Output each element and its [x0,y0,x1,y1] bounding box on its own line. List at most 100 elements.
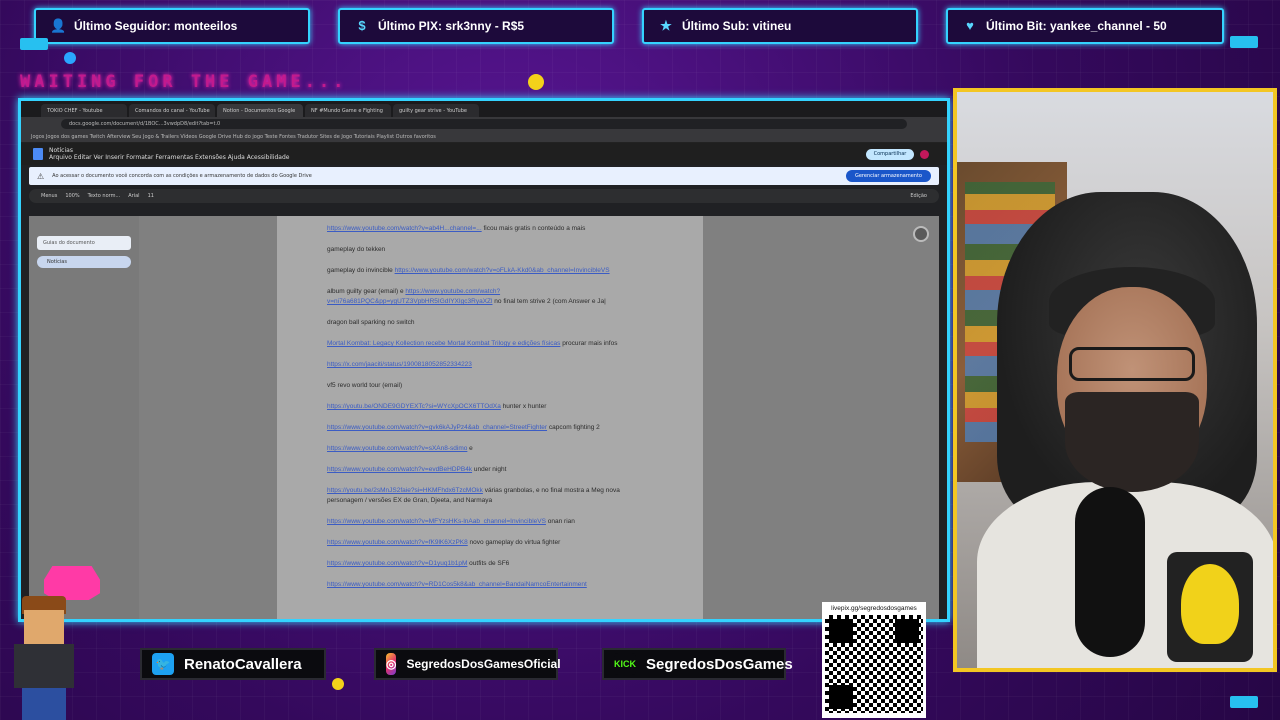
doc-line-tail: under night [472,466,507,473]
doc-line-tail: hunter x hunter [500,403,547,410]
orb-decoration [64,52,76,64]
doc-line: https://youtu.be/2sMnJS2faie?si=HKMFhdx6… [327,486,653,506]
browser-tab[interactable]: Comandos do canal - YouTube [129,104,215,117]
doc-line: https://www.youtube.com/watch?v=MFYzsHKs… [327,517,653,527]
alert-last-pix: $ Último PIX: srk3nny - R$5 [338,8,614,44]
social-twitter: 🐦 RenatoCavallera [140,648,326,680]
address-bar: docs.google.com/document/d/1BOC...3vwdpD… [21,117,947,131]
doc-link[interactable]: https://www.youtube.com/watch?v=evdBeHDP… [327,466,472,473]
menus-button[interactable]: Menus [41,193,57,199]
doc-link[interactable]: https://www.youtube.com/watch?v=fK9lK6Xz… [327,539,468,546]
doc-line: vf5 revo world tour (email) [327,381,653,391]
alert-label: Último Sub: vitineu [682,19,792,33]
user-icon: 👤 [50,18,67,33]
doc-link[interactable]: https://www.youtube.com/watch?v=gvk6kAJy… [327,424,547,431]
doc-line: https://www.youtube.com/watch?v=ab4H...c… [327,224,653,234]
doc-link[interactable]: https://www.youtube.com/watch?v=D1yuq1b1… [327,560,467,567]
doc-header: Notícias Arquivo Editar Ver Inserir Form… [21,143,947,165]
font-select[interactable]: Arial [128,193,139,199]
doc-title[interactable]: Notícias [49,147,289,154]
doc-line-text: album guilty gear (email) e [327,288,406,295]
coin-decoration [332,678,344,690]
kick-icon: KICK [614,653,636,675]
screen-capture: TOKIO CHEF - Youtube Comandos do canal -… [18,98,950,622]
doc-line: https://x.com/jaaciti/status/19008180528… [327,360,653,370]
browser-tab[interactable]: NF #Mundo Game e Fighting [305,104,391,117]
qr-code [825,615,923,713]
overlay-tag [1230,36,1258,48]
dollar-icon: $ [358,18,366,33]
waiting-text: WAITING FOR THE GAME... [20,72,348,92]
doc-link[interactable]: https://www.youtube.com/watch?v=oFLkA-Kk… [395,267,610,274]
twitter-icon: 🐦 [152,653,174,675]
browser-tab[interactable]: TOKIO CHEF - Youtube [41,104,127,117]
alert-last-bit: ♥ Último Bit: yankee_channel - 50 [946,8,1224,44]
doc-line: dragon ball sparking no switch [327,318,653,328]
doc-line-tail: no final tem strive 2 (com Answer e Ja| [492,298,606,305]
webcam-feed [953,88,1277,672]
social-handle: RenatoCavallera [184,655,302,673]
doc-line-text: vf5 revo world tour (email) [327,382,403,389]
qr-url: livepix.gg/segredosdosgames [831,605,917,612]
doc-line-tail: ficou mais gratis n conteúdo a mais [481,225,586,232]
share-button[interactable]: Compartilhar [866,148,914,160]
doc-link[interactable]: https://youtu.be/ONDE9GDYEXTc?si=WYcXpOC… [327,403,501,410]
doc-link[interactable]: https://www.youtube.com/watch?v=MFYzsHKs… [327,518,546,525]
browser-tab[interactable]: guilty gear strive - YouTube [393,104,479,117]
doc-line-tail: e [467,445,473,452]
outline-title[interactable]: Guias do documento [37,236,131,250]
doc-link[interactable]: https://www.youtube.com/watch?v=RD1Cos5k… [327,581,587,588]
social-instagram: ◎ SegredosDosGamesOficial [374,648,561,680]
doc-menu[interactable]: Arquivo Editar Ver Inserir Formatar Ferr… [49,154,289,161]
pixel-character [4,596,86,720]
beard [1065,392,1199,492]
character-face [24,610,64,644]
doc-link[interactable]: https://x.com/jaaciti/status/19008180528… [327,361,472,368]
doc-line: https://www.youtube.com/watch?v=sXAn8-sd… [327,444,653,454]
doc-link[interactable]: https://www.youtube.com/watch?v=ab4H...c… [327,225,482,232]
doc-link[interactable]: https://www.youtube.com/watch?v=sXAn8-sd… [327,445,467,452]
browser-tabbar: TOKIO CHEF - Youtube Comandos do canal -… [21,101,947,117]
doc-line: https://www.youtube.com/watch?v=fK9lK6Xz… [327,538,653,548]
doc-line: Mortal Kombat: Legacy Kollection recebe … [327,339,653,349]
browser-tab[interactable]: Notion - Documentos Google [217,104,303,117]
overlay-tag [1230,696,1258,708]
doc-line-tail: procurar mais infos [560,340,618,347]
manage-storage-button[interactable]: Gerenciar armazenamento [845,170,931,182]
alert-label: Último Bit: yankee_channel - 50 [986,19,1167,33]
doc-link[interactable]: https://youtu.be/2sMnJS2faie?si=HKMFhdx6… [327,487,483,494]
doc-line-tail: onan rian [545,518,575,525]
avatar[interactable] [920,149,929,159]
notice-text: Ao acessar o documento você concorda com… [52,173,312,179]
notice-banner: ⚠ Ao acessar o documento você concorda c… [29,167,939,185]
doc-line-tail: outfits de SF6 [467,560,510,567]
doc-page[interactable]: https://www.youtube.com/watch?v=ab4H...c… [277,216,703,619]
scroll-to-top-button[interactable] [913,226,929,242]
outline-item[interactable]: Notícias [37,256,131,268]
doc-outline: Guias do documento Notícias [29,216,139,619]
social-kick: KICK SegredosDosGames [602,648,793,680]
style-select[interactable]: Texto norm... [88,193,121,199]
doc-line-text: dragon ball sparking no switch [327,319,415,326]
doc-toolbar: Menus 100% Texto norm... Arial 11 Edição [29,189,939,203]
doc-line: https://www.youtube.com/watch?v=gvk6kAJy… [327,423,653,433]
font-size-field[interactable]: 11 [148,193,154,199]
character-legs [22,688,66,720]
doc-line: https://youtu.be/ONDE9GDYEXTc?si=WYcXpOC… [327,402,653,412]
character-body [14,644,74,688]
alert-label: Último PIX: srk3nny - R$5 [378,19,525,33]
doc-line: https://www.youtube.com/watch?v=RD1Cos5k… [327,580,653,590]
zoom-select[interactable]: 100% [65,193,79,199]
social-handle: SegredosDosGamesOficial [406,657,561,671]
coin-decoration [528,74,544,90]
doc-line: album guilty gear (email) e https://www.… [327,287,653,307]
doc-line-tail: capcom fighting 2 [547,424,600,431]
bookmarks-bar[interactable]: Jogos Jogos dos games Twitch Afterview S… [21,131,947,143]
edit-mode-button[interactable]: Edição [910,193,927,199]
doc-line: gameplay do invincible https://www.youtu… [327,266,653,276]
doc-link[interactable]: Mortal Kombat: Legacy Kollection recebe … [327,340,560,347]
doc-title-block: Notícias Arquivo Editar Ver Inserir Form… [49,147,289,161]
url-field[interactable]: docs.google.com/document/d/1BOC...3vwdpD… [61,119,907,129]
glasses [1069,347,1195,381]
docs-icon [33,148,43,160]
